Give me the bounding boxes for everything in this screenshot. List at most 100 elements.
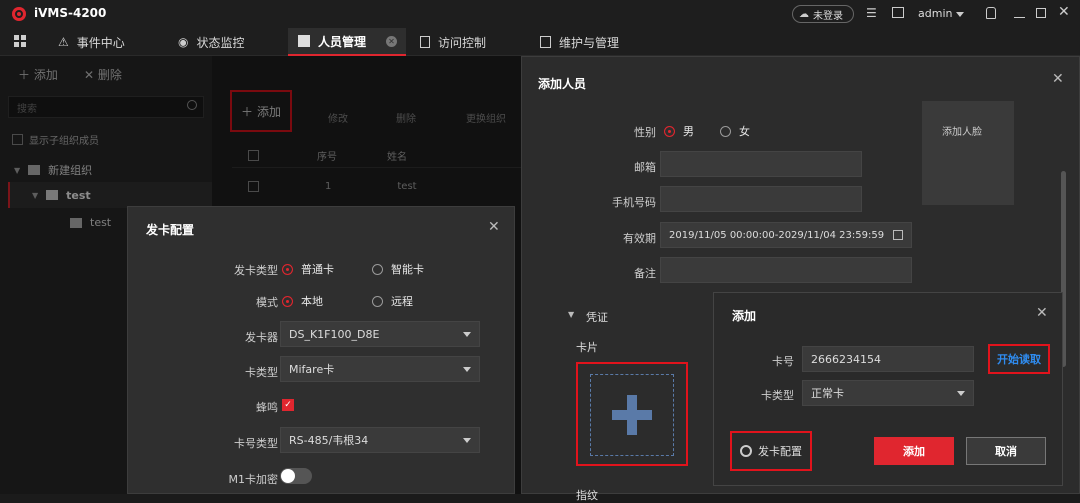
- add-card-title: 添加: [732, 309, 757, 323]
- gender-male-radio[interactable]: 男: [664, 123, 694, 139]
- add-person-title: 添加人员: [538, 77, 587, 91]
- add-card-box: [590, 374, 674, 456]
- issue-type-smart-radio[interactable]: 智能卡: [372, 261, 424, 277]
- beep-label: 蜂鸣: [256, 401, 278, 414]
- card-kind-label: 卡类型: [761, 389, 794, 402]
- cardno-type-label: 卡号类型: [234, 437, 278, 450]
- cardtype-label: 卡类型: [245, 366, 278, 379]
- valid-value: 2019/11/05 00:00:00-2029/11/04 23:59:59: [669, 229, 885, 241]
- card-config-dialog: 发卡配置 ✕ 发卡类型 普通卡 智能卡 模式 本地 远程 发卡器 DS_K1F1…: [127, 206, 515, 494]
- radio-dot: [282, 263, 293, 275]
- issue-type-label: 发卡类型: [234, 264, 278, 277]
- issuer-value: DS_K1F100_D8E: [289, 327, 380, 341]
- title-bar: iVMS-4200 ☁ 未登录 ☰ admin ✕: [0, 0, 1080, 28]
- close-icon[interactable]: ✕: [488, 219, 500, 235]
- grid-menu-icon[interactable]: [14, 35, 26, 47]
- card-kind-select[interactable]: 正常卡: [802, 380, 974, 406]
- tab-event-center[interactable]: ⚠ 事件中心: [58, 28, 125, 56]
- radio-label: 男: [683, 125, 694, 138]
- maximize-icon[interactable]: [1036, 8, 1046, 18]
- user-name[interactable]: admin: [918, 7, 952, 20]
- beep-checkbox[interactable]: ✓: [282, 399, 294, 411]
- tab-access-control[interactable]: 访问控制: [420, 28, 486, 56]
- cloud-icon: ☁: [799, 8, 809, 20]
- issuer-select[interactable]: DS_K1F100_D8E: [280, 321, 480, 347]
- login-status-label: 未登录: [813, 10, 843, 22]
- tab-label: 事件中心: [76, 35, 125, 50]
- app-title: iVMS-4200: [34, 6, 107, 20]
- chevron-down-icon: [463, 331, 471, 337]
- cancel-button[interactable]: 取消: [966, 437, 1046, 465]
- tab-close-icon[interactable]: ✕: [386, 35, 398, 47]
- collapse-icon[interactable]: ▼: [568, 310, 574, 319]
- chevron-down-icon: [463, 437, 471, 443]
- card-kind-value: 正常卡: [811, 387, 844, 400]
- card-config-title: 发卡配置: [146, 223, 195, 237]
- cardno-label: 卡号: [772, 355, 794, 368]
- radio-label: 女: [739, 125, 750, 138]
- list-icon[interactable]: ☰: [866, 6, 877, 20]
- remark-label: 备注: [634, 267, 656, 280]
- mode-label: 模式: [256, 296, 278, 309]
- cardno-type-value: RS-485/韦根34: [289, 434, 369, 447]
- image-icon[interactable]: [892, 7, 904, 18]
- cardno-type-select[interactable]: RS-485/韦根34: [280, 427, 480, 453]
- radio-dot: [372, 263, 383, 275]
- tab-label: 人员管理: [318, 34, 367, 49]
- login-status-button[interactable]: ☁ 未登录: [792, 5, 854, 23]
- add-card-tile[interactable]: [576, 362, 688, 466]
- close-icon[interactable]: ✕: [1036, 305, 1048, 321]
- m1-toggle[interactable]: [280, 468, 312, 484]
- user-caret-icon[interactable]: [956, 12, 964, 17]
- credential-section-title: 凭证: [586, 311, 608, 324]
- minimize-icon[interactable]: [1014, 17, 1025, 18]
- gear-icon: [740, 445, 752, 457]
- email-label: 邮箱: [634, 161, 656, 174]
- cardno-value: 2666234154: [811, 352, 881, 366]
- tab-person-management[interactable]: 人员管理 ✕: [288, 28, 406, 56]
- gender-label: 性别: [634, 126, 656, 139]
- monitor-icon: ◉: [178, 35, 189, 49]
- plus-icon: [612, 395, 652, 435]
- calendar-icon[interactable]: [893, 230, 903, 240]
- doc-icon: [540, 36, 551, 48]
- close-window-icon[interactable]: ✕: [1058, 4, 1070, 20]
- valid-period-field[interactable]: 2019/11/05 00:00:00-2029/11/04 23:59:59: [660, 222, 912, 248]
- add-face-label: 添加人脸: [942, 127, 982, 138]
- tab-label: 维护与管理: [559, 35, 620, 50]
- mode-local-radio[interactable]: 本地: [282, 293, 323, 309]
- cardtype-value: Mifare卡: [289, 363, 335, 376]
- toggle-knob: [281, 469, 295, 483]
- mode-remote-radio[interactable]: 远程: [372, 293, 413, 309]
- m1-label: M1卡加密: [228, 473, 279, 486]
- phone-label: 手机号码: [612, 196, 656, 209]
- card-label: 卡片: [576, 341, 598, 354]
- start-read-button[interactable]: 开始读取: [988, 344, 1050, 374]
- confirm-add-button[interactable]: 添加: [874, 437, 954, 465]
- fingerprint-label: 指纹: [576, 489, 598, 502]
- door-icon: [420, 36, 430, 48]
- radio-label: 智能卡: [391, 263, 424, 276]
- close-icon[interactable]: ✕: [1052, 71, 1064, 87]
- start-read-label: 开始读取: [997, 353, 1041, 366]
- face-photo-area[interactable]: 添加人脸: [922, 101, 1014, 205]
- valid-label: 有效期: [623, 232, 656, 245]
- lock-icon[interactable]: [986, 7, 996, 19]
- issue-type-normal-radio[interactable]: 普通卡: [282, 261, 334, 277]
- remark-field[interactable]: [660, 257, 912, 283]
- card-config-label: 发卡配置: [758, 445, 802, 458]
- phone-field[interactable]: [660, 186, 862, 212]
- issuer-label: 发卡器: [245, 331, 278, 344]
- tab-maintenance[interactable]: 维护与管理: [540, 28, 619, 56]
- email-field[interactable]: [660, 151, 862, 177]
- add-card-dialog: 添加 ✕ 卡号 2666234154 开始读取 卡类型 正常卡 发卡配置 添加 …: [713, 292, 1063, 486]
- confirm-add-label: 添加: [903, 445, 925, 458]
- radio-label: 本地: [301, 295, 323, 308]
- tab-status-monitor[interactable]: ◉ 状态监控: [178, 28, 245, 56]
- gender-female-radio[interactable]: 女: [720, 123, 750, 139]
- cardno-field[interactable]: 2666234154: [802, 346, 974, 372]
- radio-dot: [664, 125, 675, 137]
- radio-dot: [372, 295, 383, 307]
- cardtype-select[interactable]: Mifare卡: [280, 356, 480, 382]
- card-config-button[interactable]: 发卡配置: [730, 431, 812, 471]
